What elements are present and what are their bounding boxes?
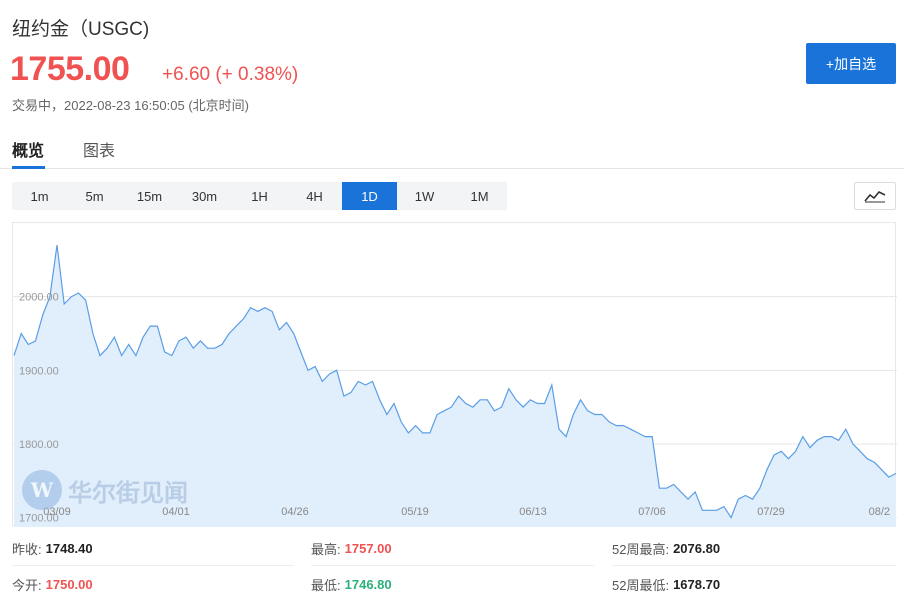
stat-value: 1757.00 xyxy=(344,541,392,556)
x-tick-label: 06/13 xyxy=(519,506,547,518)
y-tick-label: 1900.00 xyxy=(19,365,59,377)
current-price: 1755.00 xyxy=(10,50,130,88)
add-to-watchlist-button[interactable]: +加自选 xyxy=(806,43,896,84)
stat-label: 最高: xyxy=(311,542,341,557)
stat-value: 1748.40 xyxy=(45,541,93,556)
period-1h[interactable]: 1H xyxy=(232,182,287,210)
period-1mo[interactable]: 1M xyxy=(452,182,507,210)
period-30m[interactable]: 30m xyxy=(177,182,232,210)
tab-chart[interactable]: 图表 xyxy=(83,137,115,169)
period-15m[interactable]: 15m xyxy=(122,182,177,210)
trading-status: 交易中，2022-08-23 16:50:05 (北京时间) xyxy=(12,98,249,113)
x-tick-label: 07/29 xyxy=(757,506,785,518)
chart-type-toggle[interactable] xyxy=(854,182,896,210)
instrument-title: 纽约金（USGC) xyxy=(12,19,150,40)
watermark-text: 华尔街见闻 xyxy=(68,477,188,507)
watermark-logo-icon: W xyxy=(22,470,62,510)
stat-label: 52周最低: xyxy=(612,578,670,593)
x-tick-label: 07/06 xyxy=(638,506,666,518)
x-tick-label: 04/26 xyxy=(281,506,309,518)
stat-high: 最高: 1757.00 xyxy=(311,532,594,566)
period-1m[interactable]: 1m xyxy=(12,182,67,210)
stat-label: 昨收: xyxy=(12,542,42,557)
stat-label: 最低: xyxy=(311,578,341,593)
price-change: +6.60 (+ 0.38%) xyxy=(162,64,299,85)
stat-52w-low: 52周最低: 1678.70 xyxy=(612,568,896,593)
watermark: W 华尔街见闻 xyxy=(22,470,188,510)
line-chart-icon xyxy=(864,191,886,203)
stat-value: 1678.70 xyxy=(673,577,721,592)
stat-value: 2076.80 xyxy=(673,541,721,556)
period-1d[interactable]: 1D xyxy=(342,182,397,210)
stat-prev-close: 昨收: 1748.40 xyxy=(12,532,294,566)
stat-low: 最低: 1746.80 xyxy=(311,568,594,593)
stat-52w-high: 52周最高: 2076.80 xyxy=(612,532,896,566)
y-tick-label: 1800.00 xyxy=(19,439,59,451)
period-1w[interactable]: 1W xyxy=(397,182,452,210)
stat-value: 1746.80 xyxy=(344,577,392,592)
stat-open: 今开: 1750.00 xyxy=(12,568,294,593)
y-tick-label: 2000.00 xyxy=(19,292,59,304)
x-tick-label: 05/19 xyxy=(401,506,429,518)
stat-label: 今开: xyxy=(12,578,42,593)
tab-overview[interactable]: 概览 xyxy=(12,137,45,169)
period-5m[interactable]: 5m xyxy=(67,182,122,210)
period-selector: 1m 5m 15m 30m 1H 4H 1D 1W 1M xyxy=(12,182,507,210)
stat-value: 1750.00 xyxy=(45,577,93,592)
period-4h[interactable]: 4H xyxy=(287,182,342,210)
tab-bar: 概览 图表 xyxy=(0,137,904,169)
x-tick-label: 08/2 xyxy=(869,506,890,518)
stat-label: 52周最高: xyxy=(612,542,670,557)
